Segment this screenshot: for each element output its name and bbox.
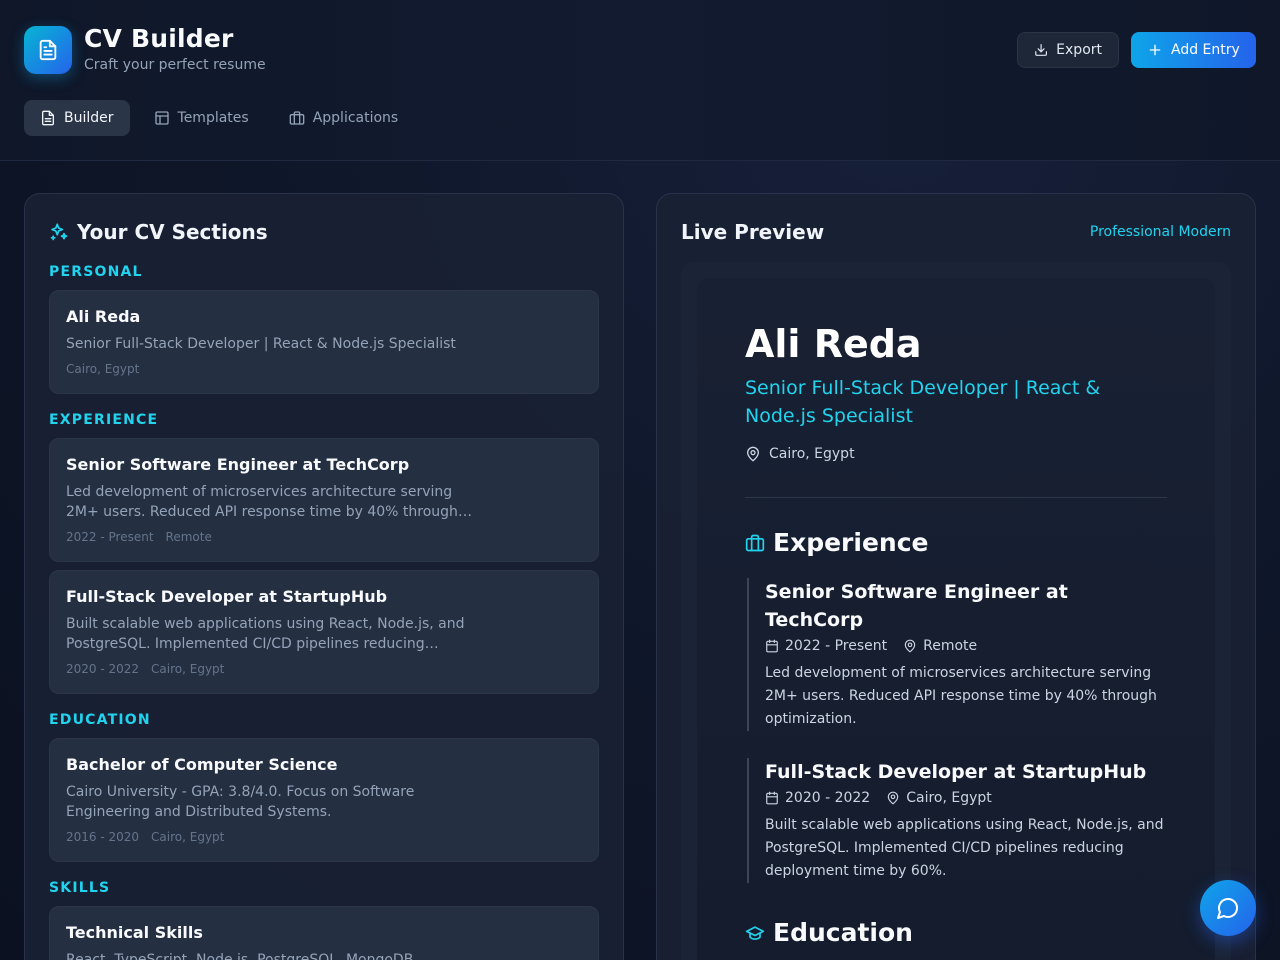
app-title: CV Builder bbox=[84, 24, 234, 53]
card-title: Bachelor of Computer Science bbox=[66, 755, 338, 774]
card-title: Full-Stack Developer at StartupHub bbox=[66, 587, 388, 606]
card-desc: Built scalable web applications using Re… bbox=[66, 616, 465, 652]
download-icon bbox=[1035, 44, 1047, 56]
card-title: Ali Reda bbox=[66, 307, 141, 326]
entry-meta: 2020 - 2022 Cairo, Egypt bbox=[765, 790, 1167, 806]
preview-frame: Ali Reda Senior Full-Stack Developer | R… bbox=[681, 262, 1231, 960]
cv-sections-panel: Your CV Sections PERSONAL Ali Reda Senio… bbox=[24, 193, 624, 960]
tab-label: Applications bbox=[312, 110, 399, 126]
section-label-experience: EXPERIENCE bbox=[49, 412, 159, 428]
entry-title: Senior Software Engineer at TechCorp bbox=[765, 581, 1068, 631]
map-pin-icon bbox=[887, 791, 899, 805]
cv-preview-document: Ali Reda Senior Full-Stack Developer | R… bbox=[697, 278, 1215, 960]
add-entry-label: Add Entry bbox=[1171, 42, 1240, 58]
live-preview-title: Live Preview bbox=[681, 220, 825, 244]
calendar-icon bbox=[766, 791, 778, 805]
card-meta: 2020 - 2022 Cairo, Egypt bbox=[66, 662, 225, 676]
card-desc: Cairo University - GPA: 3.8/4.0. Focus o… bbox=[66, 784, 415, 820]
export-label: Export bbox=[1056, 42, 1102, 58]
tab-templates[interactable]: Templates bbox=[138, 100, 265, 136]
entry-meta: 2022 - Present Remote bbox=[765, 638, 1167, 654]
section-label-personal: PERSONAL bbox=[49, 264, 143, 280]
card-meta: 2022 - Present Remote bbox=[66, 530, 212, 544]
document-icon bbox=[39, 39, 57, 61]
app-logo bbox=[24, 26, 72, 74]
preview-headline: Senior Full-Stack Developer | React & No… bbox=[745, 377, 1101, 427]
tab-builder[interactable]: Builder bbox=[24, 100, 130, 136]
entry-title: Full-Stack Developer at StartupHub bbox=[765, 761, 1147, 783]
briefcase-icon bbox=[289, 111, 305, 125]
cv-sections-title: Your CV Sections bbox=[49, 220, 268, 244]
entry-desc: Led development of microservices archite… bbox=[765, 665, 1157, 727]
card-desc: Senior Full-Stack Developer | React & No… bbox=[66, 336, 456, 352]
sparkles-icon bbox=[50, 223, 68, 241]
experience-card[interactable]: Senior Software Engineer at TechCorp Led… bbox=[49, 438, 599, 562]
plus-icon bbox=[1149, 44, 1161, 56]
card-title: Senior Software Engineer at TechCorp bbox=[66, 455, 410, 474]
chat-button[interactable] bbox=[1200, 880, 1256, 936]
live-preview-panel: Live Preview Professional Modern Ali Red… bbox=[656, 193, 1256, 960]
map-pin-icon bbox=[747, 446, 759, 462]
tab-label: Builder bbox=[64, 110, 114, 126]
export-button[interactable]: Export bbox=[1017, 32, 1119, 68]
preview-experience-entry: Senior Software Engineer at TechCorp 202… bbox=[747, 578, 1167, 731]
card-desc: Led development of microservices archite… bbox=[66, 484, 458, 520]
card-title: Technical Skills bbox=[66, 923, 203, 942]
graduation-cap-icon bbox=[745, 925, 765, 940]
map-pin-icon bbox=[904, 639, 916, 653]
card-meta: 2016 - 2020 Cairo, Egypt bbox=[66, 830, 225, 844]
tab-label: Templates bbox=[177, 110, 249, 126]
experience-card[interactable]: Full-Stack Developer at StartupHub Built… bbox=[49, 570, 599, 694]
section-label-education: EDUCATION bbox=[49, 712, 151, 728]
skills-card[interactable]: Technical Skills React, TypeScript, Node… bbox=[49, 906, 599, 960]
app-header: CV Builder Craft your perfect resume Exp… bbox=[0, 0, 1280, 161]
preview-location: Cairo, Egypt bbox=[745, 446, 855, 462]
preview-divider bbox=[745, 497, 1167, 498]
app-subtitle: Craft your perfect resume bbox=[84, 57, 266, 73]
education-card[interactable]: Bachelor of Computer Science Cairo Unive… bbox=[49, 738, 599, 862]
chat-bubble-icon bbox=[1217, 898, 1238, 919]
tab-applications[interactable]: Applications bbox=[273, 100, 415, 136]
card-desc: React, TypeScript, Node.js, PostgreSQL, … bbox=[66, 952, 414, 960]
briefcase-icon bbox=[745, 534, 765, 551]
preview-experience-entry: Full-Stack Developer at StartupHub 2020 … bbox=[747, 758, 1167, 883]
preview-experience-heading: Experience bbox=[745, 528, 928, 557]
card-meta: Cairo, Egypt bbox=[66, 362, 140, 376]
document-icon bbox=[42, 110, 54, 126]
preview-name: Ali Reda bbox=[745, 322, 922, 366]
layout-icon bbox=[154, 111, 169, 125]
template-name-link[interactable]: Professional Modern bbox=[1090, 224, 1231, 240]
entry-desc: Built scalable web applications using Re… bbox=[765, 817, 1164, 879]
personal-card[interactable]: Ali Reda Senior Full-Stack Developer | R… bbox=[49, 290, 599, 394]
section-label-skills: SKILLS bbox=[49, 880, 111, 896]
main-tabs: Builder Templates Applications bbox=[24, 100, 414, 136]
add-entry-button[interactable]: Add Entry bbox=[1131, 32, 1256, 68]
calendar-icon bbox=[766, 639, 778, 653]
preview-education-heading: Education bbox=[745, 918, 913, 947]
